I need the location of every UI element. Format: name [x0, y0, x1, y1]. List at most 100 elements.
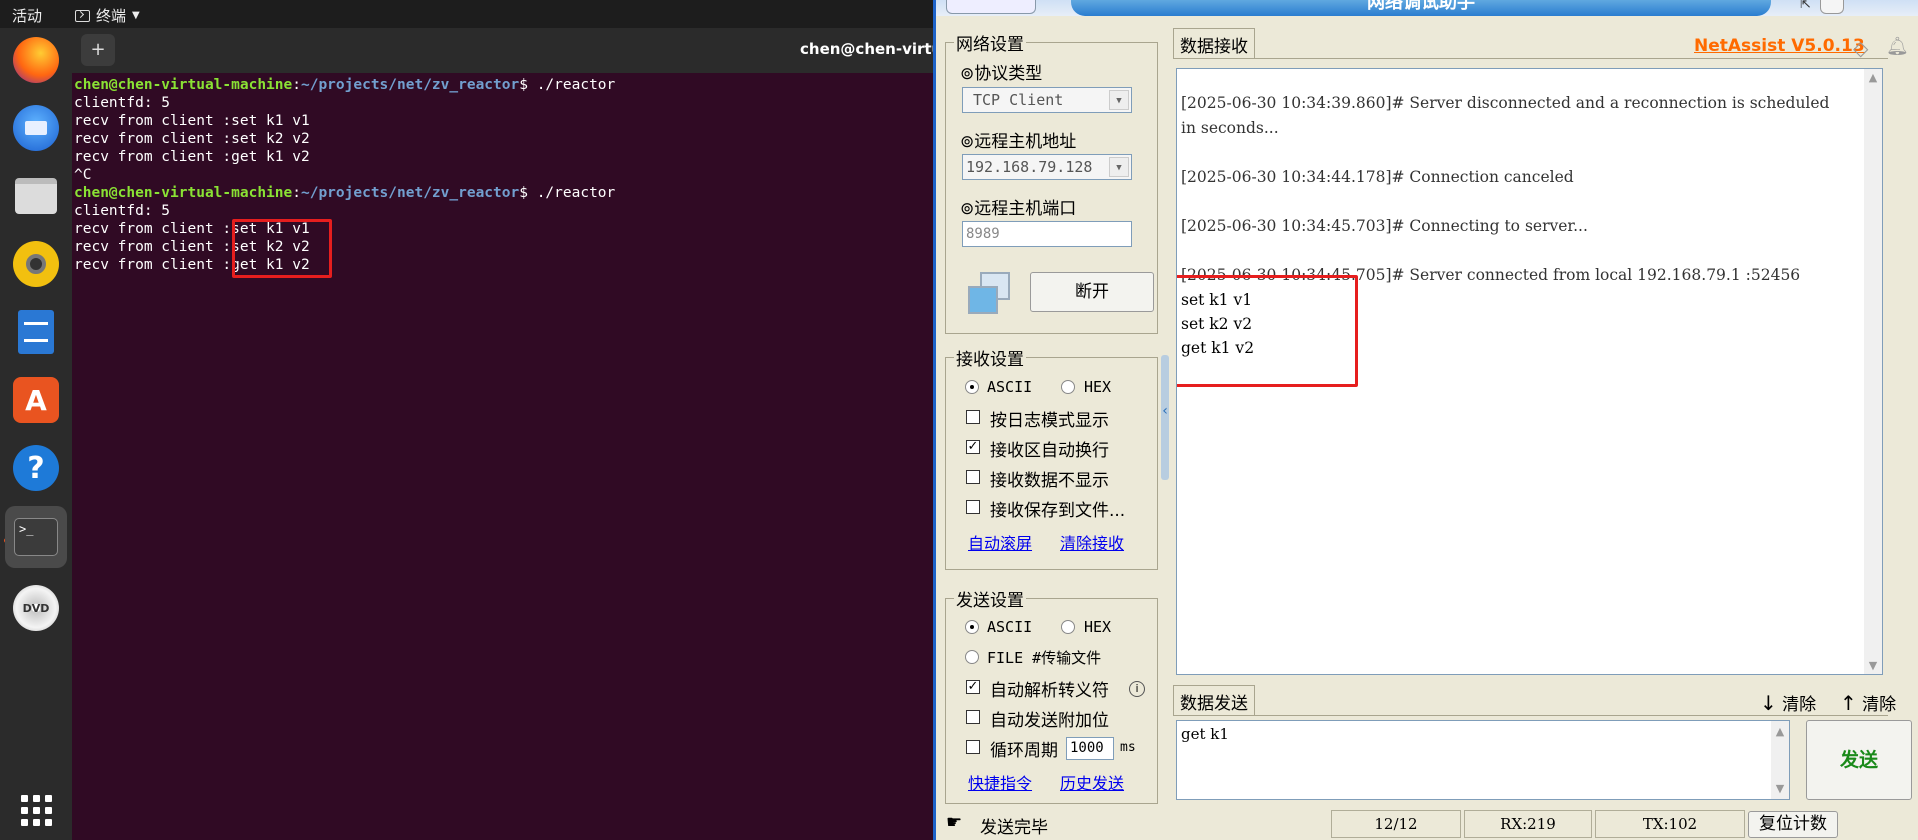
app-menu-label: 终端 — [96, 7, 127, 25]
scroll-up-icon: ▲ — [1868, 71, 1878, 84]
save-file-label: 接收保存到文件... — [990, 501, 1126, 521]
recv-scrollbar[interactable]: ▲ ▼ — [1864, 69, 1882, 674]
scroll-down-icon: ▼ — [1775, 782, 1785, 795]
command: ./reactor — [527, 77, 616, 93]
dock-item-firefox[interactable] — [12, 36, 60, 84]
clear-icon: ↓ — [1760, 691, 1777, 715]
tab-send[interactable]: 数据发送 — [1173, 685, 1255, 715]
diamond-icon[interactable]: ◇ — [1853, 36, 1868, 60]
remote-host-value: 192.168.79.128 — [966, 158, 1093, 176]
prompt-path: ~/projects/net/zv_reactor — [300, 77, 520, 93]
thunderbird-icon — [13, 105, 59, 151]
status-tx: TX:102 — [1595, 810, 1745, 838]
status-icon: ☛ — [946, 812, 963, 833]
activities-button[interactable]: 活动 — [12, 5, 42, 26]
recv-settings-legend: 接收设置 — [956, 350, 1024, 370]
dock-item-files[interactable] — [12, 172, 60, 220]
loop-checkbox[interactable] — [966, 740, 980, 754]
send-scrollbar[interactable]: ▲ ▼ — [1771, 721, 1789, 799]
remote-host-select[interactable]: 192.168.79.128 ▼ — [962, 154, 1132, 180]
escape-checkbox[interactable]: ✓ — [966, 680, 980, 694]
send-input[interactable]: get k1 ▲ ▼ — [1176, 720, 1790, 800]
append-checkbox[interactable] — [966, 710, 980, 724]
send-file-label: FILE #传输文件 — [987, 649, 1102, 667]
new-tab-button[interactable]: + — [81, 34, 115, 66]
auto-wrap-checkbox[interactable]: ✓ — [966, 440, 980, 454]
clear-recv-link[interactable]: 清除接收 — [1060, 530, 1124, 554]
tab-line — [1173, 58, 1888, 59]
dvd-icon: DVD — [13, 585, 59, 631]
log-mode-checkbox[interactable] — [966, 410, 980, 424]
dock-item-terminal[interactable]: >_ — [5, 506, 67, 568]
send-text: get k1 — [1181, 725, 1229, 743]
send-hex-label: HEX — [1084, 618, 1112, 636]
clear-button-1[interactable]: ↓ 清除 — [1760, 690, 1816, 715]
recv-line: [2025-06-30 10:34:44.178]# Connection ca… — [1181, 168, 1574, 186]
terminal-app-icon: >_ — [14, 518, 58, 556]
highlight-box — [1177, 275, 1358, 387]
disconnect-button[interactable]: 断开 — [1030, 272, 1154, 312]
clear-button-2[interactable]: ↑ 清除 — [1840, 690, 1896, 715]
send-ascii-radio[interactable] — [965, 620, 979, 634]
app-center-icon: A — [13, 377, 59, 423]
dock-item-app-center[interactable]: A — [12, 376, 60, 424]
recv-hex-radio[interactable] — [1061, 380, 1075, 394]
firefox-icon — [13, 37, 59, 83]
output-line: ^C — [74, 167, 92, 183]
terminal-window[interactable]: + chen@chen-virtual-machine: ~/projects/… — [72, 28, 933, 840]
recv-ascii-radio[interactable] — [965, 380, 979, 394]
pin-icon[interactable]: ⇱ — [1800, 0, 1811, 12]
remote-port-input[interactable]: 8989 — [962, 221, 1132, 247]
shortcuts-link[interactable]: 快捷指令 — [968, 770, 1032, 794]
output-line: clientfd: 5 — [74, 95, 171, 111]
output-line: recv from client :set k2 v2 — [74, 131, 310, 147]
show-apps-button[interactable] — [12, 786, 60, 834]
send-button[interactable]: 发送 — [1806, 720, 1912, 800]
recv-ascii-label: ASCII — [987, 378, 1033, 396]
dock-item-writer[interactable] — [12, 308, 60, 356]
status-count: 12/12 — [1331, 810, 1461, 838]
chevron-down-icon: ▼ — [1109, 157, 1129, 177]
minimize-button[interactable] — [1820, 0, 1844, 14]
reset-count-button[interactable]: 复位计数 — [1748, 811, 1838, 838]
dock-item-help[interactable]: ? — [12, 444, 60, 492]
output-line: recv from client :get k1 v2 — [74, 149, 310, 165]
save-file-checkbox[interactable] — [966, 500, 980, 514]
history-link[interactable]: 历史发送 — [1060, 770, 1124, 794]
remote-host-label: ⊚远程主机地址 — [960, 132, 1077, 152]
info-icon[interactable]: i — [1129, 681, 1145, 697]
prompt-user: chen@chen-virtual-machine — [74, 185, 293, 201]
dock-item-thunderbird[interactable] — [12, 104, 60, 152]
tab-recv[interactable]: 数据接收 — [1173, 28, 1255, 58]
highlight-box — [232, 219, 332, 278]
tab-line — [1173, 715, 1888, 716]
terminal-output[interactable]: chen@chen-virtual-machine:~/projects/net… — [74, 76, 615, 274]
protocol-select[interactable]: TCP Client ▼ — [962, 87, 1132, 113]
dock: A ? >_ DVD — [0, 28, 72, 840]
recv-area[interactable]: [2025-06-30 10:34:39.860]# Server discon… — [1176, 68, 1883, 675]
clear-label: 清除 — [1782, 695, 1817, 715]
netassist-window: 网络调试助手 ⇱ 网络设置 ⊚协议类型 TCP Client ▼ ⊚远程主机地址 … — [933, 0, 1918, 840]
collapse-handle[interactable]: ‹ — [1161, 355, 1169, 480]
clear-label: 清除 — [1862, 695, 1897, 715]
hide-data-checkbox[interactable] — [966, 470, 980, 484]
scroll-down-icon: ▼ — [1868, 659, 1878, 672]
recv-line: [2025-06-30 10:34:45.703]# Connecting to… — [1181, 217, 1588, 235]
terminal-titlebar: + chen@chen-virtual-machine: ~/projects/… — [72, 28, 933, 73]
auto-scroll-link[interactable]: 自动滚屏 — [968, 530, 1032, 554]
prompt-user: chen@chen-virtual-machine — [74, 77, 293, 93]
protocol-label: ⊚协议类型 — [960, 64, 1043, 84]
send-file-radio[interactable] — [965, 650, 979, 664]
recv-line: in seconds... — [1181, 119, 1279, 137]
brand-label[interactable]: NetAssist V5.0.13 — [1694, 36, 1865, 56]
dock-item-rhythmbox[interactable] — [12, 240, 60, 288]
append-label: 自动发送附加位 — [990, 711, 1109, 731]
app-menu[interactable]: 终端 ▼ — [75, 5, 140, 26]
period-unit: ms — [1120, 740, 1136, 755]
send-hex-radio[interactable] — [1061, 620, 1075, 634]
clear-icon: ↑ — [1840, 691, 1857, 715]
dock-item-dvd[interactable]: DVD — [12, 584, 60, 632]
menu-button[interactable] — [946, 0, 1036, 14]
period-input[interactable]: 1000 — [1066, 737, 1114, 760]
bell-icon[interactable]: 🔔︎ — [1886, 36, 1909, 57]
